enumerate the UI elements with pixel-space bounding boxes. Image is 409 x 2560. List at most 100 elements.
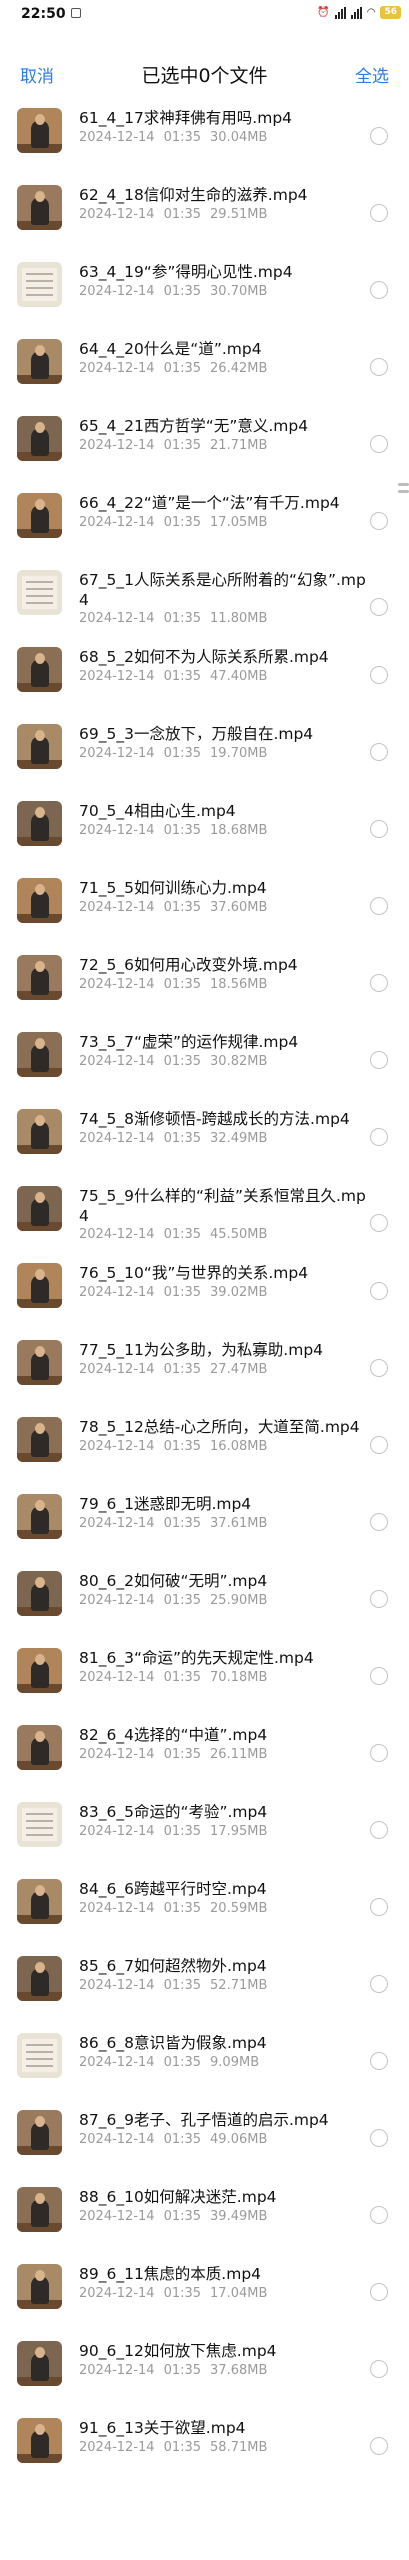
select-checkbox[interactable] — [370, 1590, 388, 1608]
file-row[interactable]: 83_6_5命运的“考验”.mp4 2024-12-14 01:35 17.95MB — [0, 1797, 409, 1874]
select-checkbox[interactable] — [370, 1513, 388, 1531]
file-row[interactable]: 85_6_7如何超然物外.mp4 2024-12-14 01:35 52.71MB — [0, 1951, 409, 2028]
file-meta: 2024-12-14 01:35 19.70MB — [79, 746, 276, 761]
file-row[interactable]: 71_5_5如何训练心力.mp4 2024-12-14 01:35 37.60MB — [0, 873, 409, 950]
video-thumbnail — [17, 1494, 62, 1539]
select-checkbox[interactable] — [370, 1744, 388, 1762]
select-checkbox[interactable] — [370, 204, 388, 222]
select-checkbox[interactable] — [370, 743, 388, 761]
file-row[interactable]: 79_6_1迷惑即无明.mp4 2024-12-14 01:35 37.61MB — [0, 1489, 409, 1566]
select-checkbox[interactable] — [370, 512, 388, 530]
select-checkbox[interactable] — [370, 974, 388, 992]
file-size: 17.95MB — [210, 1824, 268, 1839]
select-checkbox[interactable] — [370, 1821, 388, 1839]
file-row[interactable]: 72_5_6如何用心改变外境.mp4 2024-12-14 01:35 18.56MB — [0, 950, 409, 1027]
select-checkbox[interactable] — [370, 1128, 388, 1146]
file-meta: 2024-12-14 01:35 17.05MB — [79, 515, 276, 530]
select-checkbox[interactable] — [370, 666, 388, 684]
file-name: 70_5_4相由心生.mp4 — [79, 802, 236, 820]
select-checkbox[interactable] — [370, 127, 388, 145]
select-checkbox[interactable] — [370, 598, 388, 616]
file-row[interactable]: 87_6_9老子、孔子悟道的启示.mp4 2024-12-14 01:35 49.06… — [0, 2105, 409, 2182]
select-all-button[interactable]: 全选 — [355, 62, 389, 87]
select-checkbox[interactable] — [370, 281, 388, 299]
select-checkbox[interactable] — [370, 1975, 388, 1993]
select-checkbox[interactable] — [370, 1667, 388, 1685]
file-size: 17.04MB — [210, 2286, 268, 2301]
file-row[interactable]: 69_5_3一念放下，万般自在.mp4 2024-12-14 01:35 19.70M… — [0, 719, 409, 796]
file-row[interactable]: 64_4_20什么是“道”.mp4 2024-12-14 01:35 26.42MB — [0, 334, 409, 411]
file-row[interactable]: 78_5_12总结-心之所向，大道至简.mp4 2024-12-14 01:35 16… — [0, 1412, 409, 1489]
select-checkbox[interactable] — [370, 1282, 388, 1300]
file-row[interactable]: 62_4_18信仰对生命的滋养.mp4 2024-12-14 01:35 29.51M… — [0, 180, 409, 257]
select-checkbox[interactable] — [370, 2206, 388, 2224]
selection-header: 取消 已选中0个文件 全选 — [0, 50, 409, 98]
video-thumbnail — [17, 2033, 62, 2078]
select-checkbox[interactable] — [370, 820, 388, 838]
file-time: 01:35 — [163, 611, 202, 626]
video-thumbnail — [17, 1879, 62, 1924]
select-checkbox[interactable] — [370, 435, 388, 453]
file-row[interactable]: 75_5_9什么样的“利益”关系恒常且久.mp4 2024-12-14 01:35 4… — [0, 1181, 409, 1258]
file-row[interactable]: 74_5_8渐修顿悟-跨越成长的方法.mp4 2024-12-14 01:35 32.… — [0, 1104, 409, 1181]
file-name: 63_4_19“参”得明心见性.mp4 — [79, 263, 293, 281]
file-time: 01:35 — [163, 1131, 202, 1146]
file-row[interactable]: 66_4_22“道”是一个“法”有千万.mp4 2024-12-14 01:35 17… — [0, 488, 409, 565]
file-row[interactable]: 89_6_11焦虑的本质.mp4 2024-12-14 01:35 17.04MB — [0, 2259, 409, 2336]
file-name: 71_5_5如何训练心力.mp4 — [79, 879, 267, 897]
file-row[interactable]: 70_5_4相由心生.mp4 2024-12-14 01:35 18.68MB — [0, 796, 409, 873]
file-name: 74_5_8渐修顿悟-跨越成长的方法.mp4 — [79, 1110, 350, 1128]
file-date: 2024-12-14 — [79, 1824, 155, 1839]
select-checkbox[interactable] — [370, 2283, 388, 2301]
file-row[interactable]: 61_4_17求神拜佛有用吗.mp4 2024-12-14 01:35 30.04MB — [0, 103, 409, 180]
file-date: 2024-12-14 — [79, 438, 155, 453]
file-row[interactable]: 88_6_10如何解决迷茫.mp4 2024-12-14 01:35 39.49MB — [0, 2182, 409, 2259]
file-row[interactable]: 80_6_2如何破“无明”.mp4 2024-12-14 01:35 25.90MB — [0, 1566, 409, 1643]
file-time: 01:35 — [163, 1439, 202, 1454]
file-meta: 2024-12-14 01:35 37.60MB — [79, 900, 276, 915]
select-checkbox[interactable] — [370, 1898, 388, 1916]
file-meta: 2024-12-14 01:35 47.40MB — [79, 669, 276, 684]
file-row[interactable]: 82_6_4选择的“中道”.mp4 2024-12-14 01:35 26.11MB — [0, 1720, 409, 1797]
file-row[interactable]: 76_5_10“我”与世界的关系.mp4 2024-12-14 01:35 39.02… — [0, 1258, 409, 1335]
video-thumbnail — [17, 108, 62, 153]
file-time: 01:35 — [163, 1978, 202, 1993]
select-checkbox[interactable] — [370, 358, 388, 376]
video-thumbnail — [17, 1417, 62, 1462]
file-row[interactable]: 90_6_12如何放下焦虑.mp4 2024-12-14 01:35 37.68MB — [0, 2336, 409, 2413]
select-checkbox[interactable] — [370, 2437, 388, 2455]
select-checkbox[interactable] — [370, 2129, 388, 2147]
status-bar: 22:50 ⏰ ◠ 56 — [0, 0, 409, 28]
select-checkbox[interactable] — [370, 1214, 388, 1232]
file-time: 01:35 — [163, 1824, 202, 1839]
file-row[interactable]: 67_5_1人际关系是心所附着的“幻象”.mp4 2024-12-14 01:35 1… — [0, 565, 409, 642]
file-date: 2024-12-14 — [79, 1670, 155, 1685]
file-date: 2024-12-14 — [79, 1978, 155, 1993]
file-row[interactable]: 68_5_2如何不为人际关系所累.mp4 2024-12-14 01:35 47.40… — [0, 642, 409, 719]
file-time: 01:35 — [163, 977, 202, 992]
file-size: 45.50MB — [210, 1227, 268, 1242]
file-size: 52.71MB — [210, 1978, 268, 1993]
file-meta: 2024-12-14 01:35 27.47MB — [79, 1362, 276, 1377]
file-row[interactable]: 73_5_7“虚荣”的运作规律.mp4 2024-12-14 01:35 30.82M… — [0, 1027, 409, 1104]
select-checkbox[interactable] — [370, 1359, 388, 1377]
file-row[interactable]: 91_6_13关于欲望.mp4 2024-12-14 01:35 58.71MB — [0, 2413, 409, 2490]
select-checkbox[interactable] — [370, 2052, 388, 2070]
select-checkbox[interactable] — [370, 897, 388, 915]
file-row[interactable]: 65_4_21西方哲学“无”意义.mp4 2024-12-14 01:35 21.71… — [0, 411, 409, 488]
file-size: 16.08MB — [210, 1439, 268, 1454]
file-row[interactable]: 63_4_19“参”得明心见性.mp4 2024-12-14 01:35 30.70M… — [0, 257, 409, 334]
file-row[interactable]: 77_5_11为公多助，为私寡助.mp4 2024-12-14 01:35 27.47… — [0, 1335, 409, 1412]
file-row[interactable]: 81_6_3“命运”的先天规定性.mp4 2024-12-14 01:35 70.18… — [0, 1643, 409, 1720]
select-checkbox[interactable] — [370, 2360, 388, 2378]
file-time: 01:35 — [163, 1747, 202, 1762]
notification-icon — [71, 8, 81, 18]
file-meta: 2024-12-14 01:35 39.02MB — [79, 1285, 276, 1300]
file-row[interactable]: 84_6_6跨越平行时空.mp4 2024-12-14 01:35 20.59MB — [0, 1874, 409, 1951]
file-size: 30.04MB — [210, 130, 268, 145]
file-meta: 2024-12-14 01:35 58.71MB — [79, 2440, 276, 2455]
file-row[interactable]: 86_6_8意识皆为假象.mp4 2024-12-14 01:35 9.09MB — [0, 2028, 409, 2105]
select-checkbox[interactable] — [370, 1051, 388, 1069]
select-checkbox[interactable] — [370, 1436, 388, 1454]
video-thumbnail — [17, 878, 62, 923]
